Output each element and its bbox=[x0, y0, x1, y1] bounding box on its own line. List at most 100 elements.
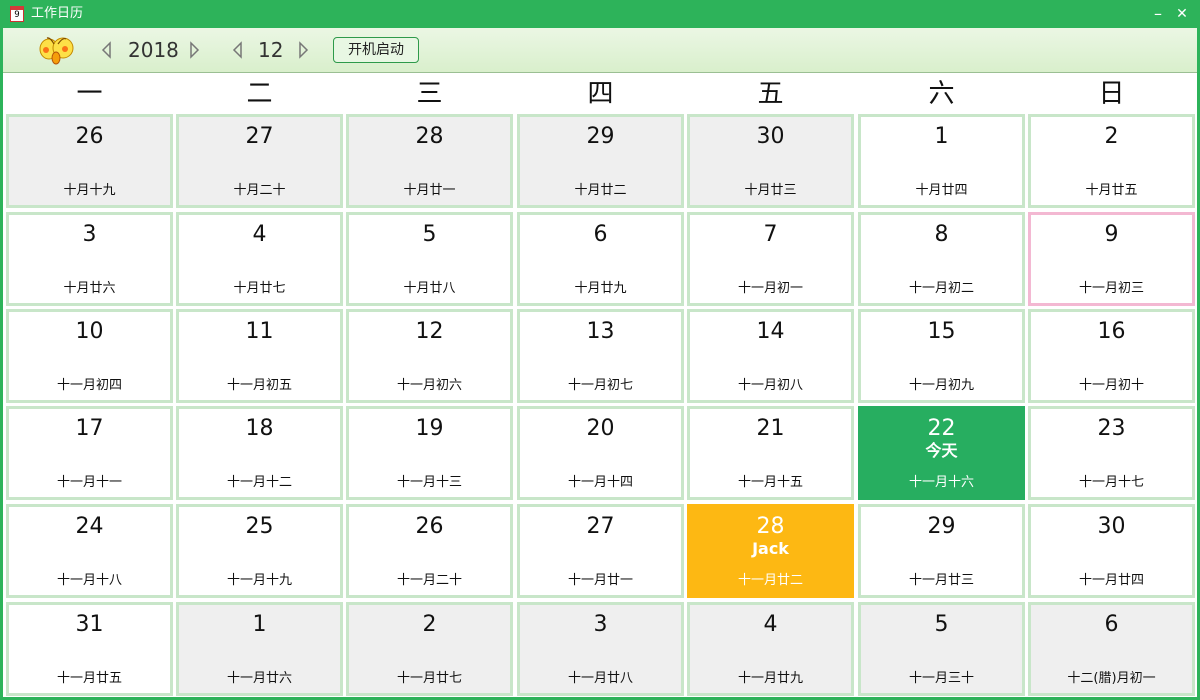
lunar-date: 十月廿四 bbox=[915, 183, 968, 198]
lunar-date: 十一月廿四 bbox=[1078, 573, 1144, 588]
day-number: 20 bbox=[586, 416, 615, 441]
lunar-date: 十一月初三 bbox=[1078, 281, 1144, 296]
day-cell[interactable]: 12 十一月初六 bbox=[346, 309, 513, 403]
day-number: 6 bbox=[593, 222, 608, 247]
day-cell[interactable]: 11 十一月初五 bbox=[176, 309, 343, 403]
lunar-date: 十月廿九 bbox=[574, 281, 627, 296]
day-cell[interactable]: 14 十一月初八 bbox=[687, 309, 854, 403]
day-cell[interactable]: 2 十一月廿七 bbox=[346, 602, 513, 696]
day-number: 1 bbox=[934, 124, 949, 149]
day-cell[interactable]: 1 十月廿四 bbox=[858, 114, 1025, 208]
day-cell-today[interactable]: 22 今天 十一月十六 bbox=[858, 406, 1025, 500]
lunar-date: 十一月初四 bbox=[56, 378, 122, 393]
close-button[interactable]: ✕ bbox=[1172, 4, 1192, 24]
day-cell[interactable]: 3 十一月廿八 bbox=[517, 602, 684, 696]
day-cell[interactable]: 7 十一月初一 bbox=[687, 212, 854, 306]
day-cell[interactable]: 18 十一月十二 bbox=[176, 406, 343, 500]
day-cell[interactable]: 4 十月廿七 bbox=[176, 212, 343, 306]
day-number: 13 bbox=[586, 319, 615, 344]
day-cell[interactable]: 19 十一月十三 bbox=[346, 406, 513, 500]
day-number: 4 bbox=[763, 612, 778, 637]
minimize-button[interactable]: – bbox=[1148, 4, 1168, 24]
day-cell[interactable]: 24 十一月十八 bbox=[6, 504, 173, 598]
day-cell[interactable]: 5 十一月三十 bbox=[858, 602, 1025, 696]
day-cell[interactable]: 15 十一月初九 bbox=[858, 309, 1025, 403]
day-cell[interactable]: 23 十一月十七 bbox=[1028, 406, 1195, 500]
lunar-date: 十月二十 bbox=[233, 183, 286, 198]
prev-month-button[interactable] bbox=[231, 41, 245, 59]
day-cell[interactable]: 9 十一月初三 bbox=[1028, 212, 1195, 306]
day-cell[interactable]: 13 十一月初七 bbox=[517, 309, 684, 403]
day-number: 27 bbox=[586, 514, 615, 539]
day-cell[interactable]: 17 十一月十一 bbox=[6, 406, 173, 500]
day-cell[interactable]: 10 十一月初四 bbox=[6, 309, 173, 403]
lunar-date: 十一月初五 bbox=[226, 378, 292, 393]
day-cell[interactable]: 16 十一月初十 bbox=[1028, 309, 1195, 403]
lunar-date: 十一月廿九 bbox=[737, 671, 803, 686]
day-number: 14 bbox=[756, 319, 785, 344]
day-cell[interactable]: 30 十一月廿四 bbox=[1028, 504, 1195, 598]
day-cell[interactable]: 29 十一月廿三 bbox=[858, 504, 1025, 598]
lunar-date: 十月廿三 bbox=[744, 183, 797, 198]
app-window: 9 工作日历 – ✕ 2018 12 开机启动 一 二 三 四 五 六 日 26… bbox=[0, 0, 1200, 700]
day-number: 17 bbox=[75, 416, 104, 441]
day-number: 5 bbox=[422, 222, 437, 247]
lunar-date: 十一月初八 bbox=[737, 378, 803, 393]
day-cell[interactable]: 29 十月廿二 bbox=[517, 114, 684, 208]
day-number: 23 bbox=[1097, 416, 1126, 441]
day-cell[interactable]: 27 十一月廿一 bbox=[517, 504, 684, 598]
day-number: 15 bbox=[927, 319, 956, 344]
day-cell[interactable]: 26 十一月二十 bbox=[346, 504, 513, 598]
day-cell[interactable]: 6 十二(腊)月初一 bbox=[1028, 602, 1195, 696]
lunar-date: 十一月十六 bbox=[908, 475, 974, 490]
next-year-button[interactable] bbox=[187, 41, 201, 59]
day-number: 30 bbox=[756, 124, 785, 149]
weekday-label: 三 bbox=[416, 79, 443, 109]
day-cell[interactable]: 6 十月廿九 bbox=[517, 212, 684, 306]
day-number: 10 bbox=[75, 319, 104, 344]
day-number: 9 bbox=[1104, 222, 1119, 247]
autostart-button[interactable]: 开机启动 bbox=[333, 37, 419, 63]
lunar-date: 十一月廿八 bbox=[567, 671, 633, 686]
lunar-date: 十月廿七 bbox=[233, 281, 286, 296]
day-number: 8 bbox=[934, 222, 949, 247]
day-number: 12 bbox=[415, 319, 444, 344]
month-value: 12 bbox=[258, 38, 284, 62]
day-cell[interactable]: 21 十一月十五 bbox=[687, 406, 854, 500]
prev-year-button[interactable] bbox=[100, 41, 114, 59]
next-month-button[interactable] bbox=[296, 41, 310, 59]
year-value: 2018 bbox=[128, 38, 179, 62]
lunar-date: 十月十九 bbox=[63, 183, 116, 198]
lunar-date: 十一月廿二 bbox=[737, 573, 803, 588]
lunar-date: 十一月十三 bbox=[396, 475, 462, 490]
day-number: 29 bbox=[927, 514, 956, 539]
day-cell[interactable]: 26 十月十九 bbox=[6, 114, 173, 208]
weekday-label: 一 bbox=[76, 79, 103, 109]
day-cell[interactable]: 20 十一月十四 bbox=[517, 406, 684, 500]
day-cell[interactable]: 28 十月廿一 bbox=[346, 114, 513, 208]
weekday-label: 二 bbox=[246, 79, 273, 109]
day-number: 28 bbox=[756, 514, 785, 539]
day-cell[interactable]: 4 十一月廿九 bbox=[687, 602, 854, 696]
day-number: 3 bbox=[82, 222, 97, 247]
title-bar[interactable]: 9 工作日历 – ✕ bbox=[0, 0, 1200, 28]
day-number: 18 bbox=[245, 416, 274, 441]
lunar-date: 十月廿五 bbox=[1085, 183, 1138, 198]
weekday-label: 五 bbox=[757, 79, 784, 109]
butterfly-logo-icon bbox=[36, 36, 76, 66]
day-cell[interactable]: 1 十一月廿六 bbox=[176, 602, 343, 696]
day-cell[interactable]: 8 十一月初二 bbox=[858, 212, 1025, 306]
lunar-date: 十一月初九 bbox=[908, 378, 974, 393]
lunar-date: 十一月十九 bbox=[226, 573, 292, 588]
day-cell[interactable]: 2 十月廿五 bbox=[1028, 114, 1195, 208]
day-cell[interactable]: 5 十月廿八 bbox=[346, 212, 513, 306]
day-cell[interactable]: 31 十一月廿五 bbox=[6, 602, 173, 696]
window-title: 工作日历 bbox=[31, 6, 84, 21]
day-cell[interactable]: 25 十一月十九 bbox=[176, 504, 343, 598]
lunar-date: 十一月十七 bbox=[1078, 475, 1144, 490]
day-cell-event[interactable]: 28 Jack 十一月廿二 bbox=[687, 504, 854, 598]
lunar-date: 十一月廿三 bbox=[908, 573, 974, 588]
day-cell[interactable]: 3 十月廿六 bbox=[6, 212, 173, 306]
day-cell[interactable]: 27 十月二十 bbox=[176, 114, 343, 208]
day-cell[interactable]: 30 十月廿三 bbox=[687, 114, 854, 208]
